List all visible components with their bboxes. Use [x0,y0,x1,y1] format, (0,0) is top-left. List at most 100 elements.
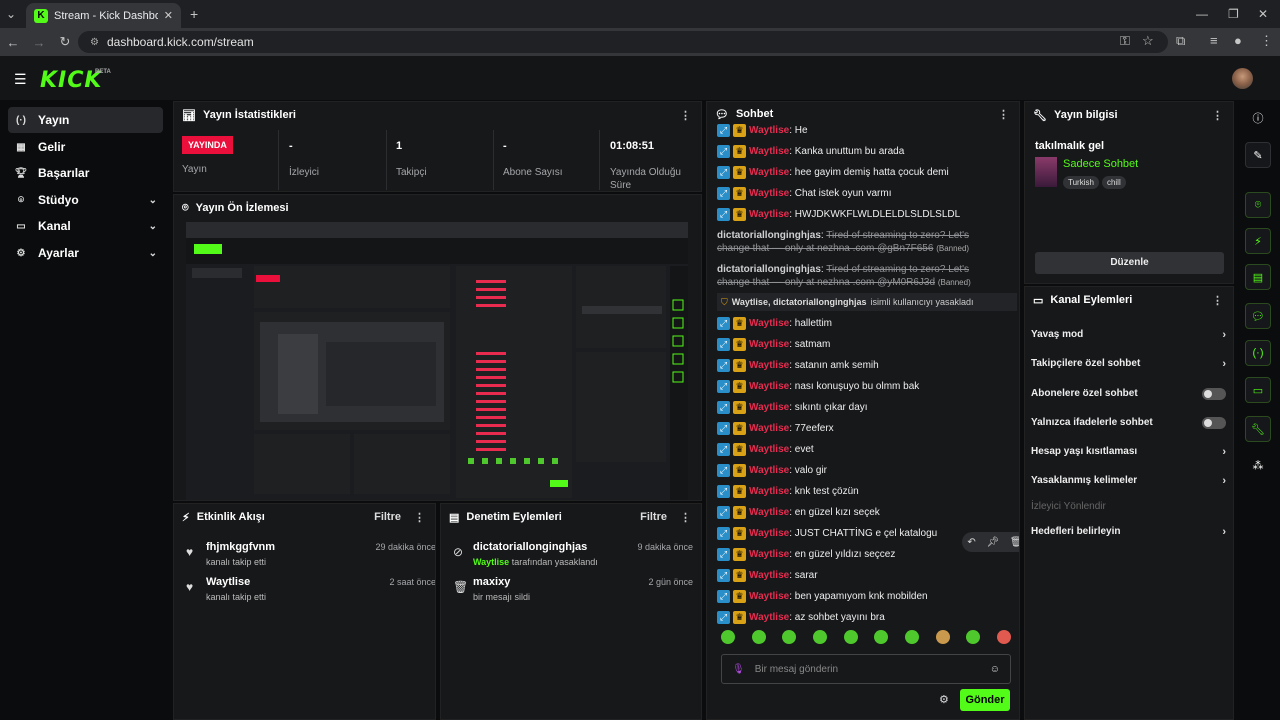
more-icon[interactable]: ⋮ [414,511,425,524]
chat-username[interactable]: Waytlise [749,528,789,539]
tab-search-icon[interactable]: ⌄ [6,7,16,21]
site-info-icon[interactable]: ⚙ [90,37,99,48]
emote-icon[interactable] [751,630,766,644]
emote-icon[interactable] [721,630,735,644]
minimize-icon[interactable]: — [1196,7,1208,21]
emoji-icon[interactable]: ☺ [990,664,1000,675]
pin-icon[interactable]: 📌︎ [986,537,999,548]
chat-message[interactable]: ⤢ ♛ Waytlise: hee gayim demiş hatta çocuk … [717,166,1012,179]
chat-username[interactable]: Waytlise [749,360,789,371]
kick-logo[interactable]: KICK [40,68,102,93]
slow-mode-row[interactable]: Yavaş mod › [1031,329,1226,341]
tag[interactable]: chill [1101,176,1126,189]
category-name[interactable]: Sadece Sohbet [1063,158,1138,170]
stream-preview-image[interactable] [186,222,688,500]
chat-username[interactable]: Waytlise [749,167,789,178]
microphone-icon[interactable]: 🎙︎ [732,664,745,675]
chat-username[interactable]: Waytlise [749,591,789,602]
chat-message[interactable]: ⤢ ♛ Waytlise: evet [717,443,1012,456]
chat-message[interactable]: ⤢ ♛ Waytlise: Kanka unuttum bu arada [717,145,1012,158]
chat-username[interactable]: Waytlise [749,125,789,136]
more-icon[interactable]: ⋮ [680,511,691,524]
moderation-user[interactable]: maxixy [473,576,510,588]
chat-username[interactable]: Waytlise [749,381,789,392]
chat-username[interactable]: Waytlise [749,507,789,518]
chat-username[interactable]: Waytlise [749,612,789,623]
more-icon[interactable]: ⋮ [1212,294,1223,307]
emote-icon[interactable] [782,630,797,644]
send-button[interactable]: Gönder [960,689,1010,711]
emote-icon[interactable] [966,630,981,644]
media-icon[interactable]: ≡ [1210,33,1218,48]
profile-icon[interactable]: ● [1234,33,1242,48]
sidebar-item-kanal[interactable]: ▭ Kanal ⌄ [8,213,163,239]
emotes-only-toggle[interactable] [1202,417,1226,429]
tag[interactable]: Turkish [1063,176,1099,189]
chat-message[interactable]: ⤢ ♛ Waytlise: sarar [717,569,1012,582]
chat-username[interactable]: dictatoriallonginghjas [717,264,821,275]
close-window-icon[interactable]: ✕ [1258,7,1268,21]
emote-icon[interactable] [935,630,950,644]
chat-message[interactable]: ⤢ ♛ Waytlise: valo gir [717,464,1012,477]
broadcast-toggle-icon[interactable]: (·) [1245,340,1271,366]
browser-tab[interactable]: K Stream - Kick Dashboard ✕ [26,3,181,28]
chat-username[interactable]: Waytlise [749,318,789,329]
chat-message[interactable]: ⤢ ♛ Waytlise: sıkıntı çıkar dayı [717,401,1012,414]
reload-icon[interactable]: ↻ [52,34,78,50]
chat-username[interactable]: Waytlise [749,423,789,434]
sidebar-item-basarilar[interactable]: 🏆︎ Başarılar [8,160,163,186]
new-tab-icon[interactable]: + [190,6,198,22]
wrench-toggle-icon[interactable]: 🔧︎ [1245,416,1271,442]
banned-words-row[interactable]: Yasaklanmış kelimeler › [1031,475,1226,487]
emote-icon[interactable] [874,630,889,644]
moderation-toggle-icon[interactable]: ▤ [1245,264,1271,290]
key-icon[interactable]: ⚿ [1120,33,1130,49]
pencil-icon[interactable]: ✎ [1245,142,1271,168]
chat-message[interactable]: ⤢ ♛ Waytlise: HWJDKWKFLWLDLELDLSLDLSLDL [717,208,1012,221]
close-tab-icon[interactable]: ✕ [164,9,173,22]
chat-message[interactable]: ⤢ ♛ Waytlise: ben yapamıyom knk mobilden [717,590,1012,603]
chat-message[interactable]: ⤢ ♛ Waytlise: nası konuşuyo bu olmm bak [717,380,1012,393]
subs-only-toggle[interactable] [1202,388,1226,400]
chat-username[interactable]: dictatoriallonginghjas [717,230,821,241]
activity-toggle-icon[interactable]: ⚡︎ [1245,228,1271,254]
info-icon[interactable]: ⓘ [1245,105,1271,131]
back-icon[interactable]: ← [0,35,26,50]
chat-username[interactable]: Waytlise [749,570,789,581]
channel-toggle-icon[interactable]: ▭ [1245,377,1271,403]
chat-toggle-icon[interactable]: 💬︎ [1245,303,1271,329]
widgets-icon[interactable]: ⁂ [1245,452,1271,478]
activity-user[interactable]: fhjmkggfvnm [206,541,275,553]
sidebar-item-yayin[interactable]: (·) Yayın [8,107,163,133]
more-icon[interactable]: ⋮ [1212,109,1223,122]
chat-input[interactable]: 🎙︎ Bir mesaj gönderin ☺ [721,654,1011,684]
chat-message[interactable]: ⤢ ♛ Waytlise: en güzel kızı seçek [717,506,1012,519]
chat-username[interactable]: Waytlise [749,402,789,413]
url-bar[interactable]: ⚙ dashboard.kick.com/stream [78,31,1168,53]
chat-message[interactable]: ⤢ ♛ Waytlise: 77eeferx [717,422,1012,435]
emote-icon[interactable] [996,630,1011,644]
chat-username[interactable]: Waytlise [749,465,789,476]
delete-icon[interactable]: 🗑︎ [1010,537,1019,548]
menu-icon[interactable]: ☰ [14,71,27,88]
goals-row[interactable]: Hedefleri belirleyin › [1031,526,1226,538]
emote-icon[interactable] [904,630,919,644]
filter-button[interactable]: Filtre [374,511,401,523]
sidebar-item-gelir[interactable]: ▦ Gelir [8,134,163,160]
chat-username[interactable]: Waytlise [749,146,789,157]
user-avatar[interactable] [1232,68,1253,89]
reply-icon[interactable]: ↶ [967,537,975,548]
chat-username[interactable]: Waytlise [749,188,789,199]
edit-button[interactable]: Düzenle [1035,252,1224,274]
more-icon[interactable]: ⋮ [998,108,1009,121]
account-age-row[interactable]: Hesap yaşı kısıtlaması › [1031,446,1226,458]
chat-username[interactable]: Waytlise [749,339,789,350]
emote-icon[interactable] [843,630,858,644]
chrome-menu-icon[interactable]: ⋮ [1260,33,1273,49]
chat-message-banned[interactable]: dictatoriallonginghjas: Tired of streami… [717,229,1002,255]
moderation-user[interactable]: dictatoriallonginghjas [473,541,587,553]
chat-settings-icon[interactable]: ⚙ [939,693,949,706]
chat-message[interactable]: ⤢ ♛ Waytlise: Chat istek oyun varmı [717,187,1012,200]
forward-icon[interactable]: → [26,35,52,50]
chat-username[interactable]: Waytlise [749,486,789,497]
